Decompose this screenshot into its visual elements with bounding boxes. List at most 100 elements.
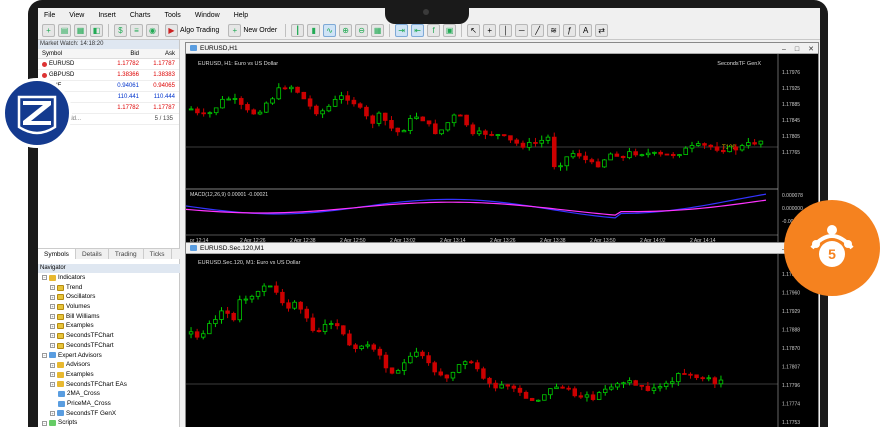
chart-window-eurusd-h1[interactable]: EURUSD,H1 – □ ✕ EURUSD, H1: Euro vs US D…: [185, 42, 819, 246]
maximize-icon[interactable]: □: [795, 44, 799, 55]
navigator-item[interactable]: + SecondsTF GenX: [38, 409, 180, 419]
chart-info-label: EURUSD.Sec.120, M1: Euro vs US Dollar: [198, 260, 301, 266]
candle-body: [658, 151, 663, 155]
expand-icon[interactable]: +: [50, 323, 55, 329]
algo-trading-button[interactable]: ▶ Algo Trading: [162, 24, 222, 38]
candle-body: [639, 154, 645, 157]
candle-body: [395, 370, 401, 374]
menu-item-tools[interactable]: Tools: [164, 12, 180, 19]
minimize-icon[interactable]: –: [782, 44, 786, 55]
market-watch-row[interactable]: GBPUSD 1.38366 1.38383: [38, 70, 179, 81]
market-watch-row[interactable]: EURUSD 1.17782 1.17787: [38, 59, 179, 70]
profiles-icon[interactable]: ▤: [58, 24, 71, 37]
new-order-button[interactable]: + New Order: [225, 24, 280, 38]
line-chart-icon[interactable]: ∿: [323, 24, 337, 37]
candle-body: [207, 112, 213, 115]
cursor-icon[interactable]: ↖: [467, 24, 481, 37]
expand-icon[interactable]: +: [50, 314, 55, 320]
expand-icon[interactable]: +: [50, 285, 55, 291]
expand-icon[interactable]: +: [50, 362, 55, 368]
zoom-out-icon[interactable]: ⊖: [355, 24, 369, 37]
chart-eurusd-sec120[interactable]: EURUSD.Sec.120, M1: Euro vs US Dollar 1.1…: [186, 254, 818, 427]
navigator-item[interactable]: − Scripts: [38, 418, 180, 427]
close-icon[interactable]: ✕: [808, 44, 814, 55]
menu-item-charts[interactable]: Charts: [130, 12, 151, 19]
menu-item-insert[interactable]: Insert: [98, 12, 116, 19]
navigator-item[interactable]: + SecondsTFChart EAs: [38, 380, 180, 390]
navigator-item[interactable]: + Bill Williams: [38, 312, 180, 322]
tab-symbols[interactable]: Symbols: [38, 249, 76, 259]
candle-body: [316, 330, 322, 333]
candle-body: [314, 105, 319, 115]
navigator-item[interactable]: + SecondsTFChart: [38, 331, 180, 341]
chart-window-icon[interactable]: ▦: [74, 24, 87, 37]
script-icon: [49, 420, 56, 427]
menu-item-view[interactable]: View: [69, 12, 84, 19]
candle-body: [188, 108, 194, 111]
navigator-item[interactable]: PriceMA_Cross: [38, 399, 180, 409]
fibonacci-icon[interactable]: ƒ: [563, 24, 577, 37]
navigator-item[interactable]: + Advisors: [38, 360, 180, 370]
navigator-icon[interactable]: ◧: [90, 24, 103, 37]
candle-body: [645, 385, 651, 391]
expand-icon[interactable]: +: [50, 343, 55, 349]
data-window-icon[interactable]: ≡: [130, 24, 143, 37]
candle-body: [608, 153, 613, 161]
expand-icon[interactable]: +: [50, 294, 55, 300]
navigator-item[interactable]: + Oscillators: [38, 292, 180, 302]
chart-eurusd-h1[interactable]: EURUSD, H1: Euro vs US Dollar SecondsTF G…: [186, 54, 818, 245]
trendline-icon[interactable]: ╱: [531, 24, 545, 37]
vertical-line-icon[interactable]: │: [499, 24, 513, 37]
svg-text:5: 5: [828, 246, 836, 262]
candle-body: [451, 114, 457, 124]
expand-icon[interactable]: −: [42, 275, 47, 281]
navigator-item[interactable]: − Indicators: [38, 273, 180, 283]
shapes-icon[interactable]: ⇄: [595, 24, 609, 37]
expand-icon[interactable]: −: [42, 420, 47, 426]
navigator-item[interactable]: + SecondsTFChart: [38, 341, 180, 351]
new-chart-icon[interactable]: +: [42, 24, 55, 37]
navigator-item[interactable]: + Trend: [38, 283, 180, 293]
candlestick-icon[interactable]: ▮: [307, 24, 321, 37]
candle-body: [292, 301, 297, 309]
navigator-item[interactable]: + Examples: [38, 321, 180, 331]
navigator-item[interactable]: 2MA_Cross: [38, 389, 180, 399]
candle-body: [651, 387, 657, 391]
tab-trading[interactable]: Trading: [109, 249, 144, 259]
indicators-icon[interactable]: f: [427, 24, 441, 37]
ind-icon: [57, 323, 64, 330]
bar-chart-icon[interactable]: ┃: [291, 24, 305, 37]
navigator-item[interactable]: + Examples: [38, 370, 180, 380]
channel-icon[interactable]: ≋: [547, 24, 561, 37]
chart-window-eurusd-sec120[interactable]: EURUSD.Sec.120,M1 – □ ✕ EURUSD.Sec.120, …: [185, 242, 819, 427]
auto-scroll-icon[interactable]: ⇥: [395, 24, 409, 37]
text-icon[interactable]: A: [579, 24, 593, 37]
candle-body: [572, 388, 578, 397]
tab-details[interactable]: Details: [76, 249, 109, 259]
expand-icon[interactable]: +: [50, 304, 55, 310]
crosshair-icon[interactable]: +: [483, 24, 497, 37]
expand-icon[interactable]: +: [50, 381, 55, 387]
candle-body: [201, 112, 206, 115]
menu-item-file[interactable]: File: [44, 12, 55, 19]
horizontal-line-icon[interactable]: ─: [515, 24, 529, 37]
tile-windows-icon[interactable]: ▦: [371, 24, 385, 37]
candle-body: [483, 130, 488, 135]
templates-icon[interactable]: ▣: [443, 24, 457, 37]
expand-icon[interactable]: −: [42, 352, 47, 358]
tab-ticks[interactable]: Ticks: [144, 249, 172, 259]
expand-icon[interactable]: +: [50, 410, 55, 416]
menu-item-window[interactable]: Window: [195, 12, 220, 19]
chart-shift-icon[interactable]: ⇤: [411, 24, 425, 37]
navigator-item[interactable]: − Expert Advisors: [38, 351, 180, 361]
expand-icon[interactable]: +: [50, 333, 55, 339]
market-watch-icon[interactable]: $: [114, 24, 127, 37]
expand-icon[interactable]: +: [50, 372, 55, 378]
menu-item-help[interactable]: Help: [234, 12, 248, 19]
navigator-item[interactable]: + Volumes: [38, 302, 180, 312]
zoom-in-icon[interactable]: ⊕: [339, 24, 353, 37]
signal-icon[interactable]: ◉: [146, 24, 159, 37]
navigator-item-label: Volumes: [66, 303, 91, 311]
candle-body: [334, 323, 340, 327]
candle-body: [596, 392, 602, 400]
